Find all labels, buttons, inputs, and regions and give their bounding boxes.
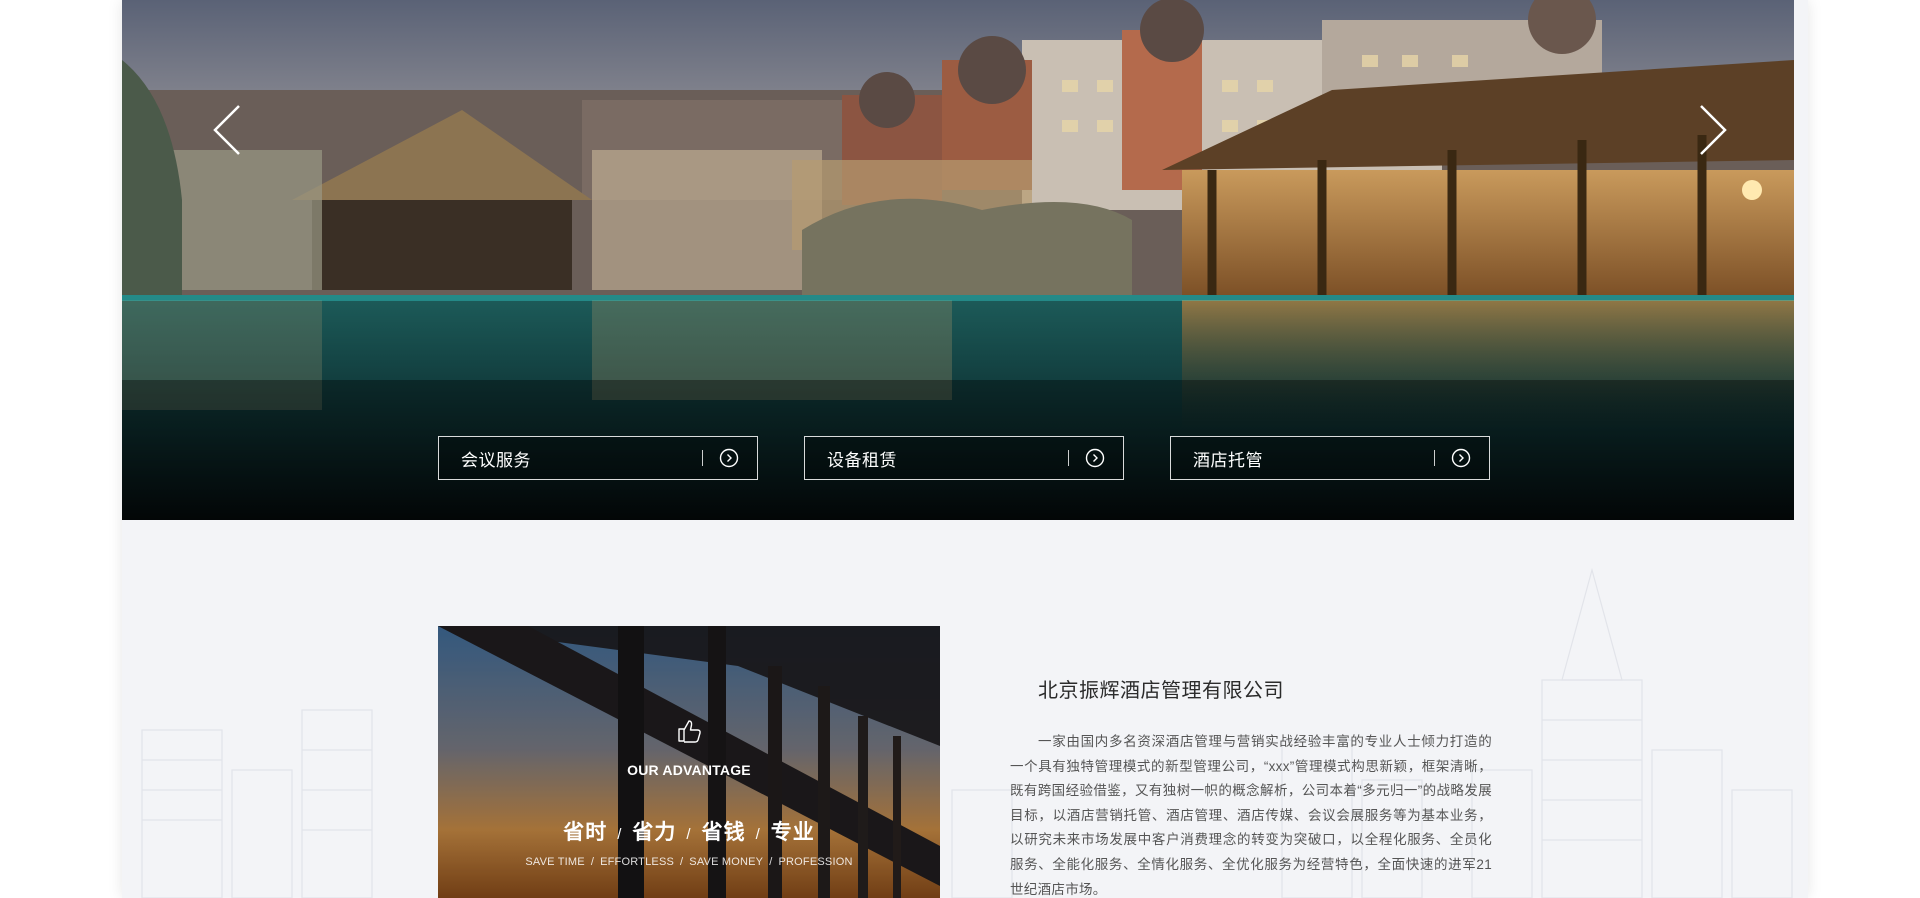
separator: / — [680, 856, 684, 868]
city-skyline-background — [141, 567, 1793, 898]
divider — [1434, 450, 1435, 466]
separator: / — [755, 826, 761, 843]
chevron-right-icon — [1700, 105, 1727, 155]
advantage-item-en: SAVE MONEY — [689, 856, 764, 868]
divider — [1068, 450, 1069, 466]
thumbs-up-icon — [678, 720, 701, 743]
service-label: 设备租赁 — [827, 450, 897, 470]
advantage-item-en: SAVE TIME — [525, 856, 585, 868]
service-link-equipment-rental[interactable]: 设备租赁 — [804, 436, 1124, 480]
advantage-item-en: PROFESSION — [778, 856, 853, 868]
divider — [702, 450, 703, 466]
advantage-chinese-tagline: 省时 / 省力 / 省钱 / 专业 — [438, 816, 940, 846]
service-link-hotel-management[interactable]: 酒店托管 — [1170, 436, 1490, 480]
company-name: 北京振辉酒店管理有限公司 — [1038, 680, 1284, 702]
page-container: 会议服务 设备租赁 酒店托管 OUR ADVANTAGE 省时 / 省力 / 省… — [122, 0, 1808, 898]
separator: / — [617, 826, 623, 843]
advantage-card: OUR ADVANTAGE 省时 / 省力 / 省钱 / 专业 SAVE TIME / EFFO… — [438, 626, 940, 898]
advantage-item: 专业 — [770, 821, 815, 844]
advantage-item-en: EFFORTLESS — [600, 856, 675, 868]
chevron-left-icon — [213, 105, 240, 155]
circle-arrow-right-icon — [719, 448, 739, 468]
advantage-item: 省时 — [563, 821, 608, 844]
service-label: 会议服务 — [461, 450, 531, 470]
hero-banner: 会议服务 设备租赁 酒店托管 — [122, 0, 1794, 520]
service-label: 酒店托管 — [1193, 450, 1263, 470]
circle-arrow-right-icon — [1451, 448, 1471, 468]
circle-arrow-right-icon — [1085, 448, 1105, 468]
separator: / — [590, 856, 595, 868]
advantage-english-tagline: SAVE TIME / EFFORTLESS / SAVE MONEY / PROFESSI… — [438, 856, 940, 868]
about-section: OUR ADVANTAGE 省时 / 省力 / 省钱 / 专业 SAVE TIME / EFFO… — [122, 520, 1808, 898]
service-link-meeting[interactable]: 会议服务 — [438, 436, 758, 480]
company-intro: 一家由国内多名资深酒店管理与营销实战经验丰富的专业人士倾力打造的一个具有独特管理… — [1010, 734, 1492, 897]
advantage-title: OUR ADVANTAGE — [627, 762, 751, 778]
separator: / — [769, 856, 773, 868]
carousel-next-button[interactable] — [1688, 100, 1738, 160]
separator: / — [686, 826, 692, 843]
advantage-item: 省钱 — [701, 821, 746, 844]
carousel-prev-button[interactable] — [202, 100, 252, 160]
advantage-item: 省力 — [632, 821, 677, 844]
